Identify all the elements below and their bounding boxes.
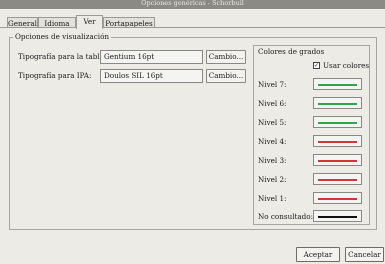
not-consulted-color-button[interactable] [313, 210, 362, 222]
level-5-color-button[interactable] [313, 116, 362, 128]
grade-colors-title: Colores de grados [258, 47, 325, 56]
window-title: Opciones genéricas - Schorbuil [0, 0, 385, 9]
table-font-field[interactable]: Gentium 16pt [100, 50, 203, 64]
level-4-label: Nivel 4: [258, 137, 287, 146]
level-1-label: Nivel 1: [258, 194, 287, 203]
level-6-color-button[interactable] [313, 97, 362, 109]
change-ipa-font-button[interactable]: Cambio... [206, 69, 246, 83]
tab-ver[interactable]: Ver [76, 15, 103, 29]
color-line [318, 103, 357, 105]
level-6-label: Nivel 6: [258, 99, 287, 108]
level-4-color-button[interactable] [313, 135, 362, 147]
color-line [318, 160, 357, 162]
cancel-button[interactable]: Cancelar [345, 247, 384, 262]
level-7-label: Nivel 7: [258, 80, 287, 89]
color-line [318, 216, 357, 218]
ipa-font-label: Tipografía para IPA: [18, 71, 92, 80]
panel-title: Opciones de visualización [13, 32, 112, 41]
level-1-color-button[interactable] [313, 192, 362, 204]
level-2-color-button[interactable] [313, 173, 362, 185]
level-3-color-button[interactable] [313, 154, 362, 166]
level-3-label: Nivel 3: [258, 156, 287, 165]
not-consulted-label: No consultado: [258, 212, 314, 221]
level-2-label: Nivel 2: [258, 175, 287, 184]
table-font-label: Tipografía para la tabla: [18, 52, 107, 61]
use-colors-label: Usar colores [323, 61, 370, 70]
accept-button[interactable]: Aceptar [296, 247, 340, 262]
color-line [318, 141, 357, 143]
check-mark-icon: ✓ [314, 62, 320, 69]
color-line [318, 198, 357, 200]
color-line [318, 179, 357, 181]
level-7-color-button[interactable] [313, 78, 362, 90]
tab-divider [0, 27, 385, 28]
color-line [318, 122, 357, 124]
ipa-font-field[interactable]: Doulos SIL 16pt [100, 69, 203, 83]
level-5-label: Nivel 5: [258, 118, 287, 127]
tab-bar: General Idioma Ver Portapapeles [0, 9, 385, 29]
use-colors-checkbox[interactable]: ✓ [313, 62, 320, 69]
change-table-font-button[interactable]: Cambio... [206, 50, 246, 64]
color-line [318, 84, 357, 86]
